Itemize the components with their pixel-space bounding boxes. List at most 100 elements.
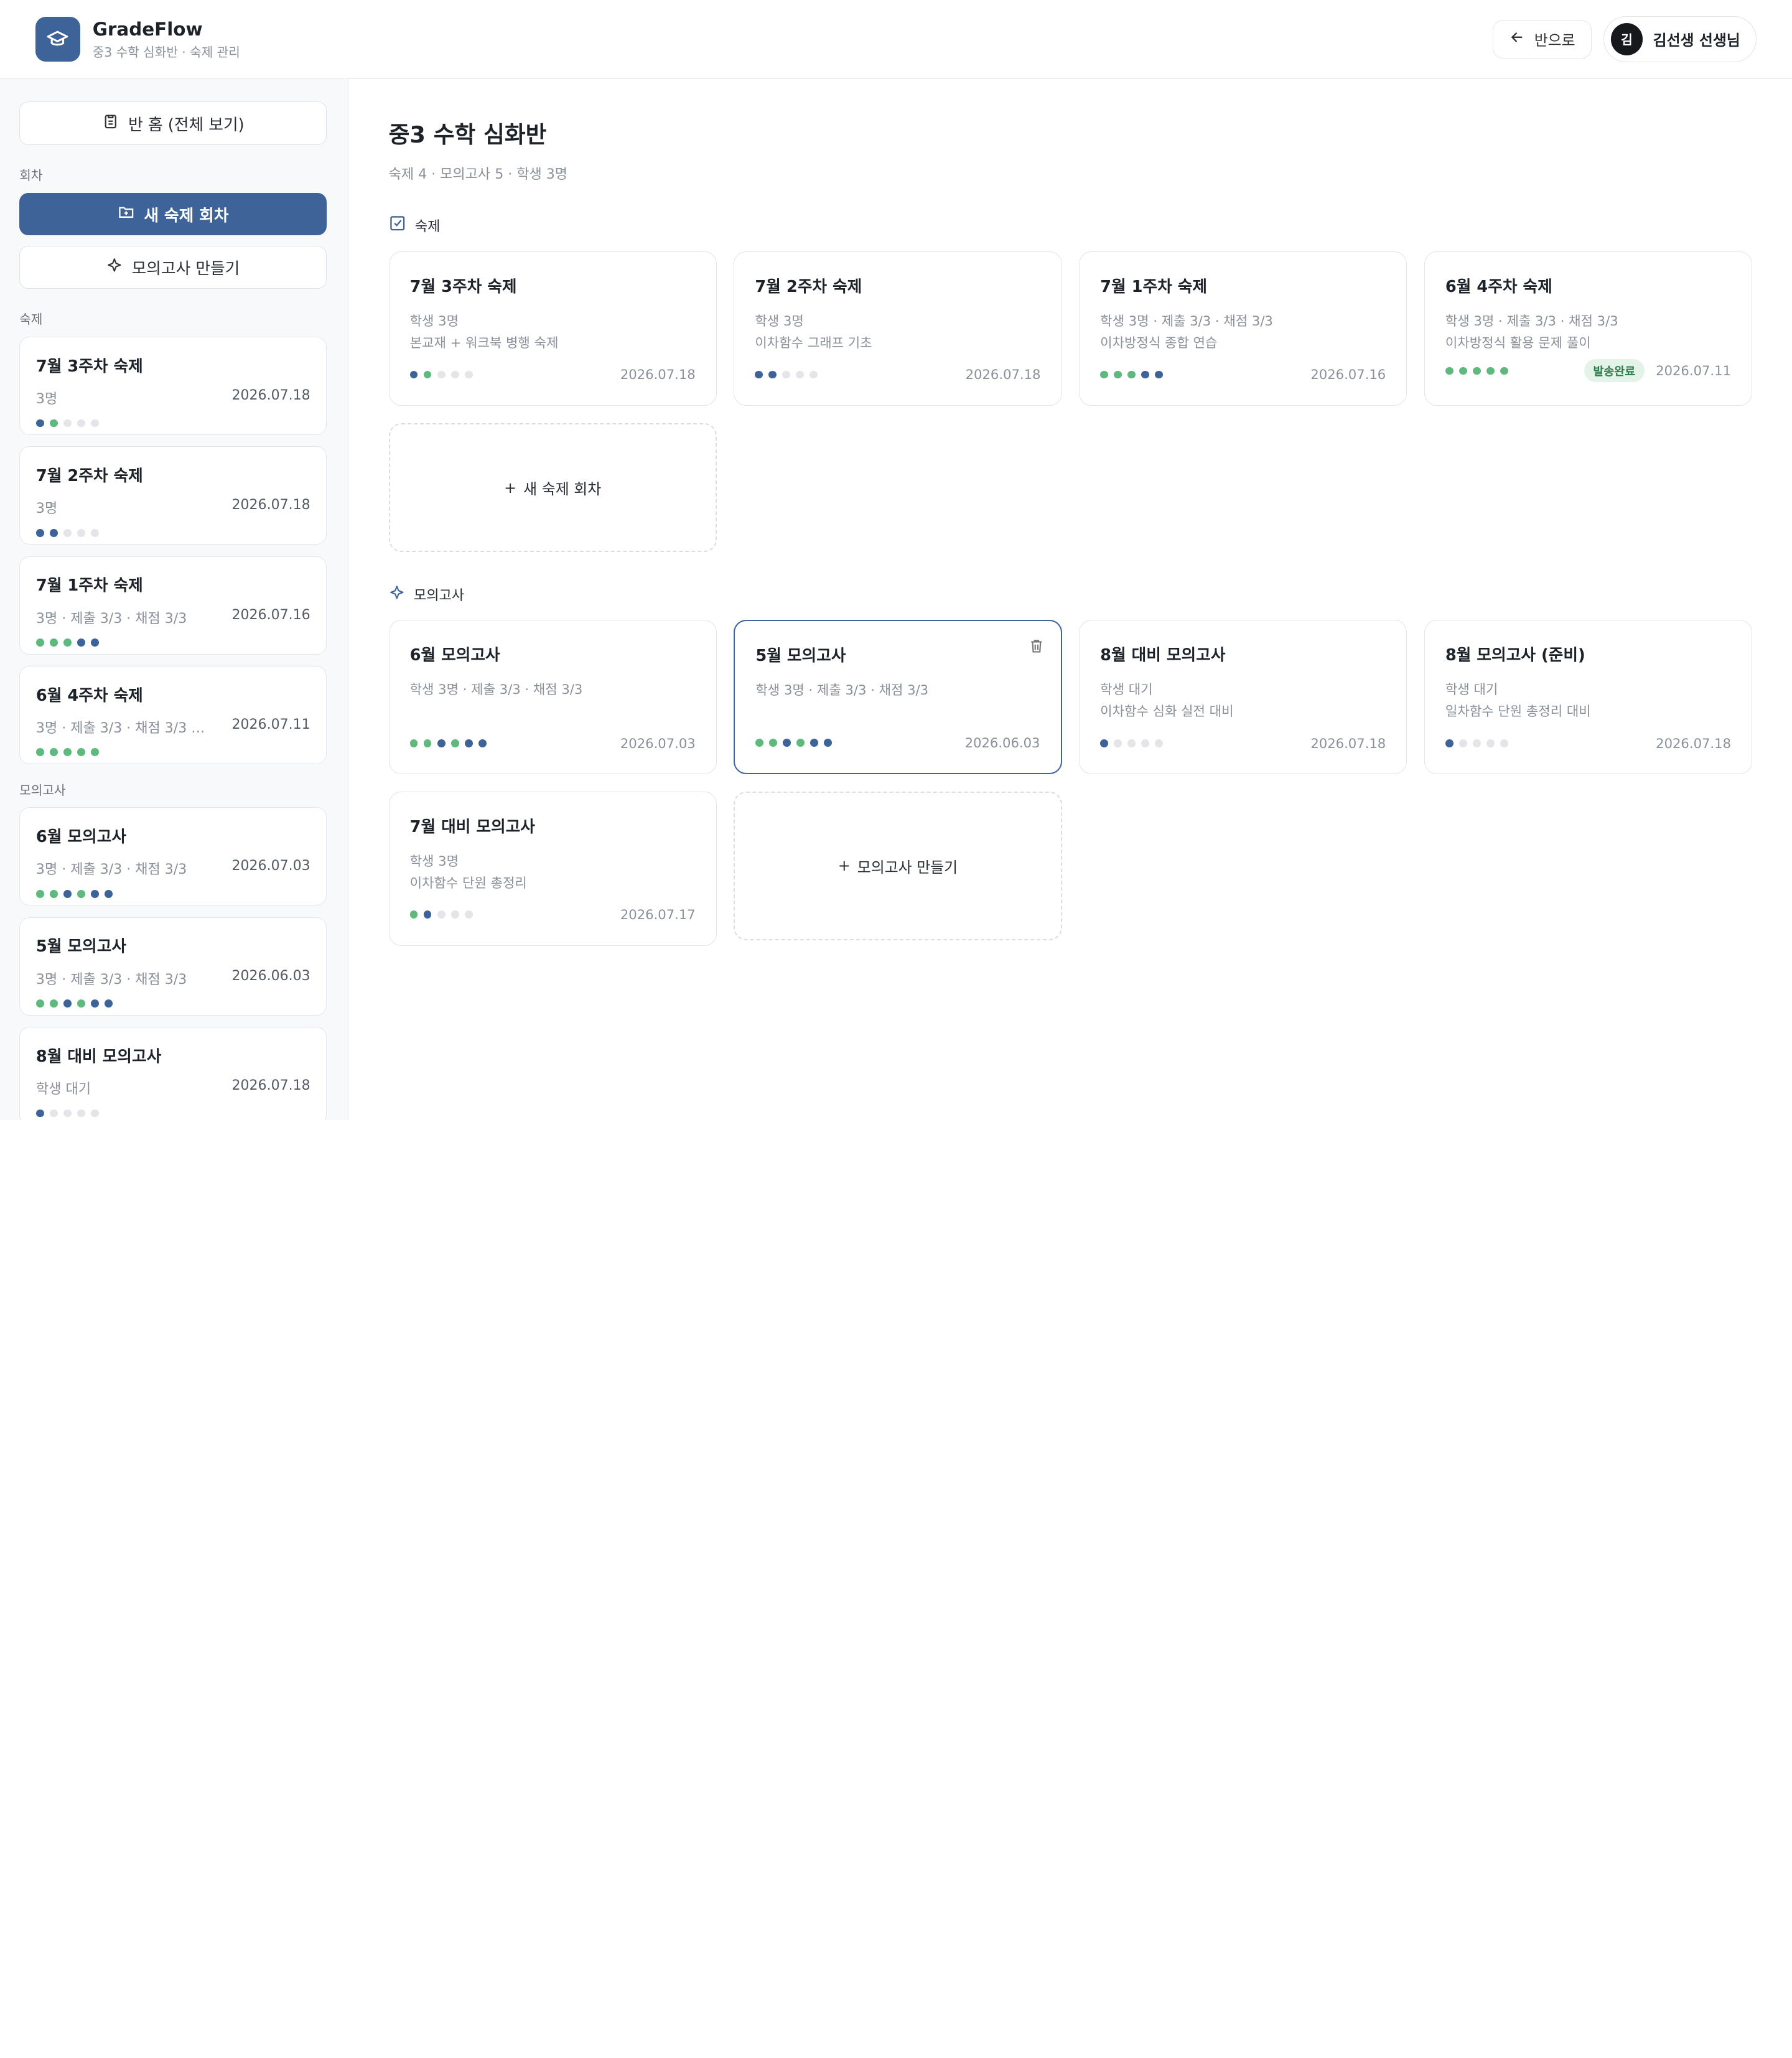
new-homework-button[interactable]: 새 숙제 회차 bbox=[19, 193, 327, 235]
sidebar-round-card[interactable]: 8월 대비 모의고사 학생 대기 2026.07.18 bbox=[19, 1027, 327, 1121]
progress-dot bbox=[1155, 739, 1164, 747]
class-home-button[interactable]: 반 홈 (전체 보기) bbox=[19, 101, 327, 146]
card-date: 2026.06.03 bbox=[964, 734, 1040, 751]
progress-dot bbox=[409, 910, 418, 919]
progress-dot bbox=[1127, 739, 1136, 747]
progress-dot bbox=[824, 738, 833, 747]
progress-dot bbox=[49, 889, 58, 898]
homework-card[interactable]: 7월 3주차 숙제 학생 3명 본교재 + 워크북 병행 숙제 2026.07.18 bbox=[388, 251, 717, 406]
card-date: 2026.07.18 bbox=[965, 367, 1041, 383]
mock-card[interactable]: 6월 모의고사 학생 3명 · 제출 3/3 · 채점 3/3 2026.07.03 bbox=[388, 620, 717, 775]
card-meta-line2: 이차방정식 활용 문제 풀이 bbox=[1445, 335, 1591, 351]
progress-dot bbox=[464, 370, 473, 379]
back-button[interactable]: 반으로 bbox=[1492, 19, 1592, 59]
card-title: 5월 모의고사 bbox=[755, 647, 846, 666]
homework-section-label: 숙제 bbox=[19, 312, 43, 327]
progress-dot bbox=[1114, 370, 1122, 379]
progress-dot bbox=[90, 1109, 99, 1118]
homework-card[interactable]: 6월 4주차 숙제 학생 3명 · 제출 3/3 · 채점 3/3 이차방정식 활용… bbox=[1424, 251, 1753, 406]
progress-dot bbox=[63, 638, 72, 647]
progress-dot bbox=[63, 748, 72, 757]
card-meta-line2: 본교재 + 워크북 병행 숙제 bbox=[409, 335, 559, 351]
round-meta: 3명 · 제출 3/3 · 채점 3/3 bbox=[35, 610, 187, 627]
plus-icon: + bbox=[838, 857, 851, 875]
user-name: 김선생 선생님 bbox=[1653, 32, 1740, 50]
mock-card[interactable]: 8월 모의고사 (준비) 학생 대기 일차함수 단원 총정리 대비 2026.07.1… bbox=[1424, 620, 1753, 775]
progress-dot bbox=[35, 748, 44, 757]
card-footer: 2026.07.16 bbox=[1100, 367, 1386, 382]
card-title: 8월 대비 모의고사 bbox=[1100, 646, 1226, 665]
new-homework-label: 새 숙제 회차 bbox=[144, 206, 229, 225]
page-title: 중3 수학 심화반 bbox=[388, 121, 547, 148]
progress-dots bbox=[35, 638, 310, 647]
round-meta: 3명 · 제출 3/3 · 채점 3/3 bbox=[35, 971, 187, 988]
add-homework-card[interactable]: + 새 숙제 회차 bbox=[388, 423, 717, 553]
card-meta-line2: 이차함수 그래프 기초 bbox=[755, 335, 872, 351]
progress-dot bbox=[49, 638, 58, 647]
user-menu[interactable]: 김 김선생 선생님 bbox=[1603, 16, 1757, 62]
round-title: 7월 2주차 숙제 bbox=[35, 467, 143, 486]
round-date: 2026.07.18 bbox=[231, 388, 310, 404]
trash-icon[interactable] bbox=[1029, 637, 1045, 658]
graduation-cap-icon bbox=[35, 17, 80, 62]
progress-dot bbox=[450, 910, 459, 919]
progress-dots bbox=[35, 528, 310, 537]
card-footer: 2026.06.03 bbox=[755, 735, 1040, 751]
progress-dot bbox=[105, 999, 113, 1008]
round-meta-row: 3명 · 제출 3/3 · 채점 3/3 2026.06.03 bbox=[36, 968, 310, 988]
progress-dot bbox=[1486, 367, 1495, 375]
mock-card[interactable]: 7월 대비 모의고사 학생 3명 이차함수 단원 총정리 2026.07.17 bbox=[388, 792, 717, 946]
card-meta: 학생 3명 · 제출 3/3 · 채점 3/3 이차방정식 종합 연습 bbox=[1100, 311, 1386, 354]
mock-card[interactable]: 5월 모의고사학생 3명 · 제출 3/3 · 채점 3/3 2026.06.03 bbox=[734, 620, 1062, 775]
homework-card[interactable]: 7월 2주차 숙제 학생 3명 이차함수 그래프 기초 2026.07.18 bbox=[734, 251, 1062, 406]
progress-dot bbox=[77, 748, 85, 757]
card-meta: 학생 3명 · 제출 3/3 · 채점 3/3 이차방정식 활용 문제 풀이 bbox=[1445, 311, 1731, 354]
card-footer: 2026.07.17 bbox=[409, 907, 696, 922]
sidebar-round-card[interactable]: 6월 4주차 숙제 3명 · 제출 3/3 · 채점 3/3 · 발송완료 2026… bbox=[19, 666, 327, 765]
sidebar-round-card[interactable]: 5월 모의고사 3명 · 제출 3/3 · 채점 3/3 2026.06.03 bbox=[19, 917, 327, 1016]
card-date: 2026.07.18 bbox=[1656, 735, 1732, 751]
round-title: 7월 1주차 숙제 bbox=[35, 576, 143, 596]
card-meta-line1: 학생 3명 bbox=[755, 313, 804, 329]
homework-card[interactable]: 7월 1주차 숙제 학생 3명 · 제출 3/3 · 채점 3/3 이차방정식 종합… bbox=[1079, 251, 1407, 406]
progress-dot bbox=[90, 999, 99, 1008]
card-date: 2026.07.16 bbox=[1310, 367, 1386, 383]
main-content: 중3 수학 심화반 숙제 4 · 모의고사 5 · 학생 3명 숙제 7월 3주… bbox=[348, 79, 1792, 1121]
progress-dots bbox=[1100, 370, 1164, 379]
card-meta-line1: 학생 3명 bbox=[409, 853, 459, 869]
card-meta-line1: 학생 3명 bbox=[409, 313, 459, 329]
progress-dots bbox=[1445, 367, 1508, 375]
add-mock-card[interactable]: + 모의고사 만들기 bbox=[734, 792, 1062, 940]
round-date: 2026.07.16 bbox=[231, 607, 310, 623]
card-meta-line1: 학생 3명 · 제출 3/3 · 채점 3/3 bbox=[755, 682, 929, 698]
progress-dot bbox=[437, 739, 446, 747]
progress-dots bbox=[35, 889, 310, 898]
round-meta-row: 3명 2026.07.18 bbox=[36, 497, 310, 517]
progress-dot bbox=[1155, 370, 1164, 379]
card-footer: 발송완료 2026.07.11 bbox=[1445, 359, 1731, 383]
card-footer: 2026.07.18 bbox=[1100, 736, 1386, 751]
round-title: 6월 4주차 숙제 bbox=[35, 686, 143, 705]
new-mock-button[interactable]: 모의고사 만들기 bbox=[19, 245, 327, 289]
round-meta-row: 3명 2026.07.18 bbox=[36, 388, 310, 408]
round-date: 2026.07.11 bbox=[231, 717, 310, 733]
progress-dot bbox=[77, 999, 85, 1008]
progress-dot bbox=[409, 370, 418, 379]
round-date: 2026.07.18 bbox=[231, 497, 310, 513]
sidebar-round-card[interactable]: 7월 2주차 숙제 3명 2026.07.18 bbox=[19, 446, 327, 545]
card-meta: 학생 3명 이차함수 단원 총정리 bbox=[410, 851, 696, 894]
progress-dot bbox=[77, 1109, 85, 1118]
round-meta-row: 3명 · 제출 3/3 · 채점 3/3 2026.07.03 bbox=[36, 858, 310, 878]
mock-card[interactable]: 8월 대비 모의고사 학생 대기 이차함수 심화 실전 대비 2026.07.18 bbox=[1079, 620, 1407, 775]
progress-dot bbox=[1458, 739, 1467, 747]
sidebar-round-card[interactable]: 6월 모의고사 3명 · 제출 3/3 · 채점 3/3 2026.07.03 bbox=[19, 807, 327, 906]
sidebar-round-card[interactable]: 7월 3주차 숙제 3명 2026.07.18 bbox=[19, 337, 327, 436]
back-label: 반으로 bbox=[1534, 32, 1575, 50]
clipboard-icon bbox=[102, 113, 119, 134]
round-meta: 3명 bbox=[35, 391, 58, 408]
progress-dot bbox=[35, 528, 44, 537]
app-root: GradeFlow 중3 수학 심화반 · 숙제 관리 반으로 김 김선생 선생… bbox=[0, 0, 1792, 1121]
sidebar-round-card[interactable]: 7월 1주차 숙제 3명 · 제출 3/3 · 채점 3/3 2026.07.16 bbox=[19, 556, 327, 655]
progress-dots bbox=[35, 1109, 310, 1118]
homework-section-title: 숙제 bbox=[414, 218, 441, 235]
